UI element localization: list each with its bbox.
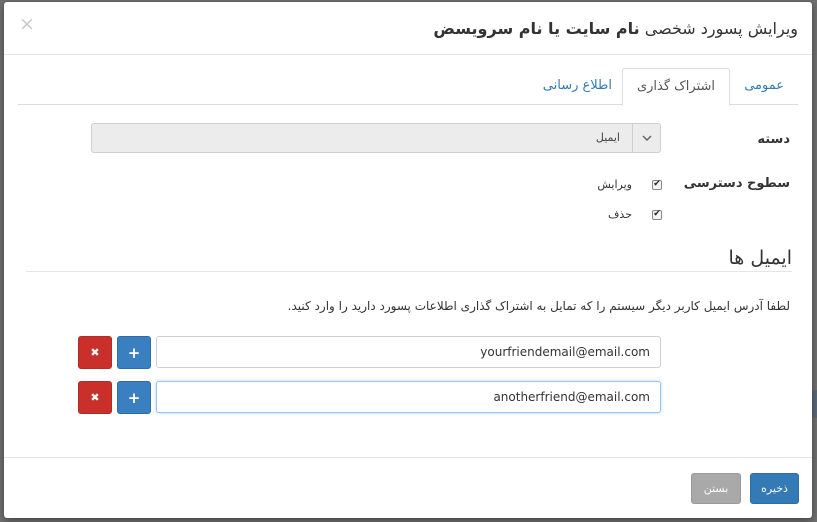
access-levels-label: سطوح دسترسی xyxy=(683,176,790,191)
footer-divider xyxy=(4,457,812,458)
title-site-name: نام سایت یا نام سرویسض xyxy=(433,19,640,38)
section-divider xyxy=(26,271,792,272)
close-icon[interactable]: × xyxy=(19,14,35,34)
close-button[interactable]: بستن xyxy=(691,473,741,504)
category-select[interactable]: ایمیل xyxy=(91,123,661,153)
category-select-value: ایمیل xyxy=(595,131,620,144)
chevron-down-icon[interactable] xyxy=(632,124,660,152)
emails-help-text: لطفا آدرس ایمیل کاربر دیگر سیستم را که ت… xyxy=(287,299,790,313)
delete-checkbox-label: حذف xyxy=(608,208,632,221)
save-button[interactable]: ذخیره xyxy=(750,473,799,504)
tab-notification[interactable]: اطلاع رسانی xyxy=(529,68,626,106)
emails-section-title: ایمیل ها xyxy=(728,247,792,269)
edit-checkbox-label: ویرایش xyxy=(597,178,632,191)
edit-checkbox[interactable]: ✔ xyxy=(652,179,662,190)
tab-bar: عمومی اشتراک گذاری اطلاع رسانی xyxy=(18,67,798,106)
modal-header: × ویرایش پسورد شخصی نام سایت یا نام سروی… xyxy=(4,2,812,55)
edit-password-modal: × ویرایش پسورد شخصی نام سایت یا نام سروی… xyxy=(4,2,812,518)
add-email-button[interactable]: + xyxy=(117,336,151,369)
remove-email-button[interactable]: ✖ xyxy=(78,381,112,414)
tab-sharing[interactable]: اشتراک گذاری xyxy=(621,68,730,106)
delete-checkbox[interactable]: ✔ xyxy=(652,209,662,220)
email-input-1[interactable] xyxy=(156,336,661,368)
permission-delete: ✔ حذف xyxy=(608,208,662,221)
permission-edit: ✔ ویرایش xyxy=(597,178,662,191)
tab-general[interactable]: عمومی xyxy=(730,68,798,106)
add-email-button[interactable]: + xyxy=(117,381,151,414)
title-prefix: ویرایش پسورد شخصی xyxy=(644,19,798,38)
modal-title: ویرایش پسورد شخصی نام سایت یا نام سرویسض xyxy=(433,19,798,38)
remove-email-button[interactable]: ✖ xyxy=(78,336,112,369)
category-label: دسته xyxy=(757,132,790,147)
email-input-2[interactable] xyxy=(156,381,661,413)
